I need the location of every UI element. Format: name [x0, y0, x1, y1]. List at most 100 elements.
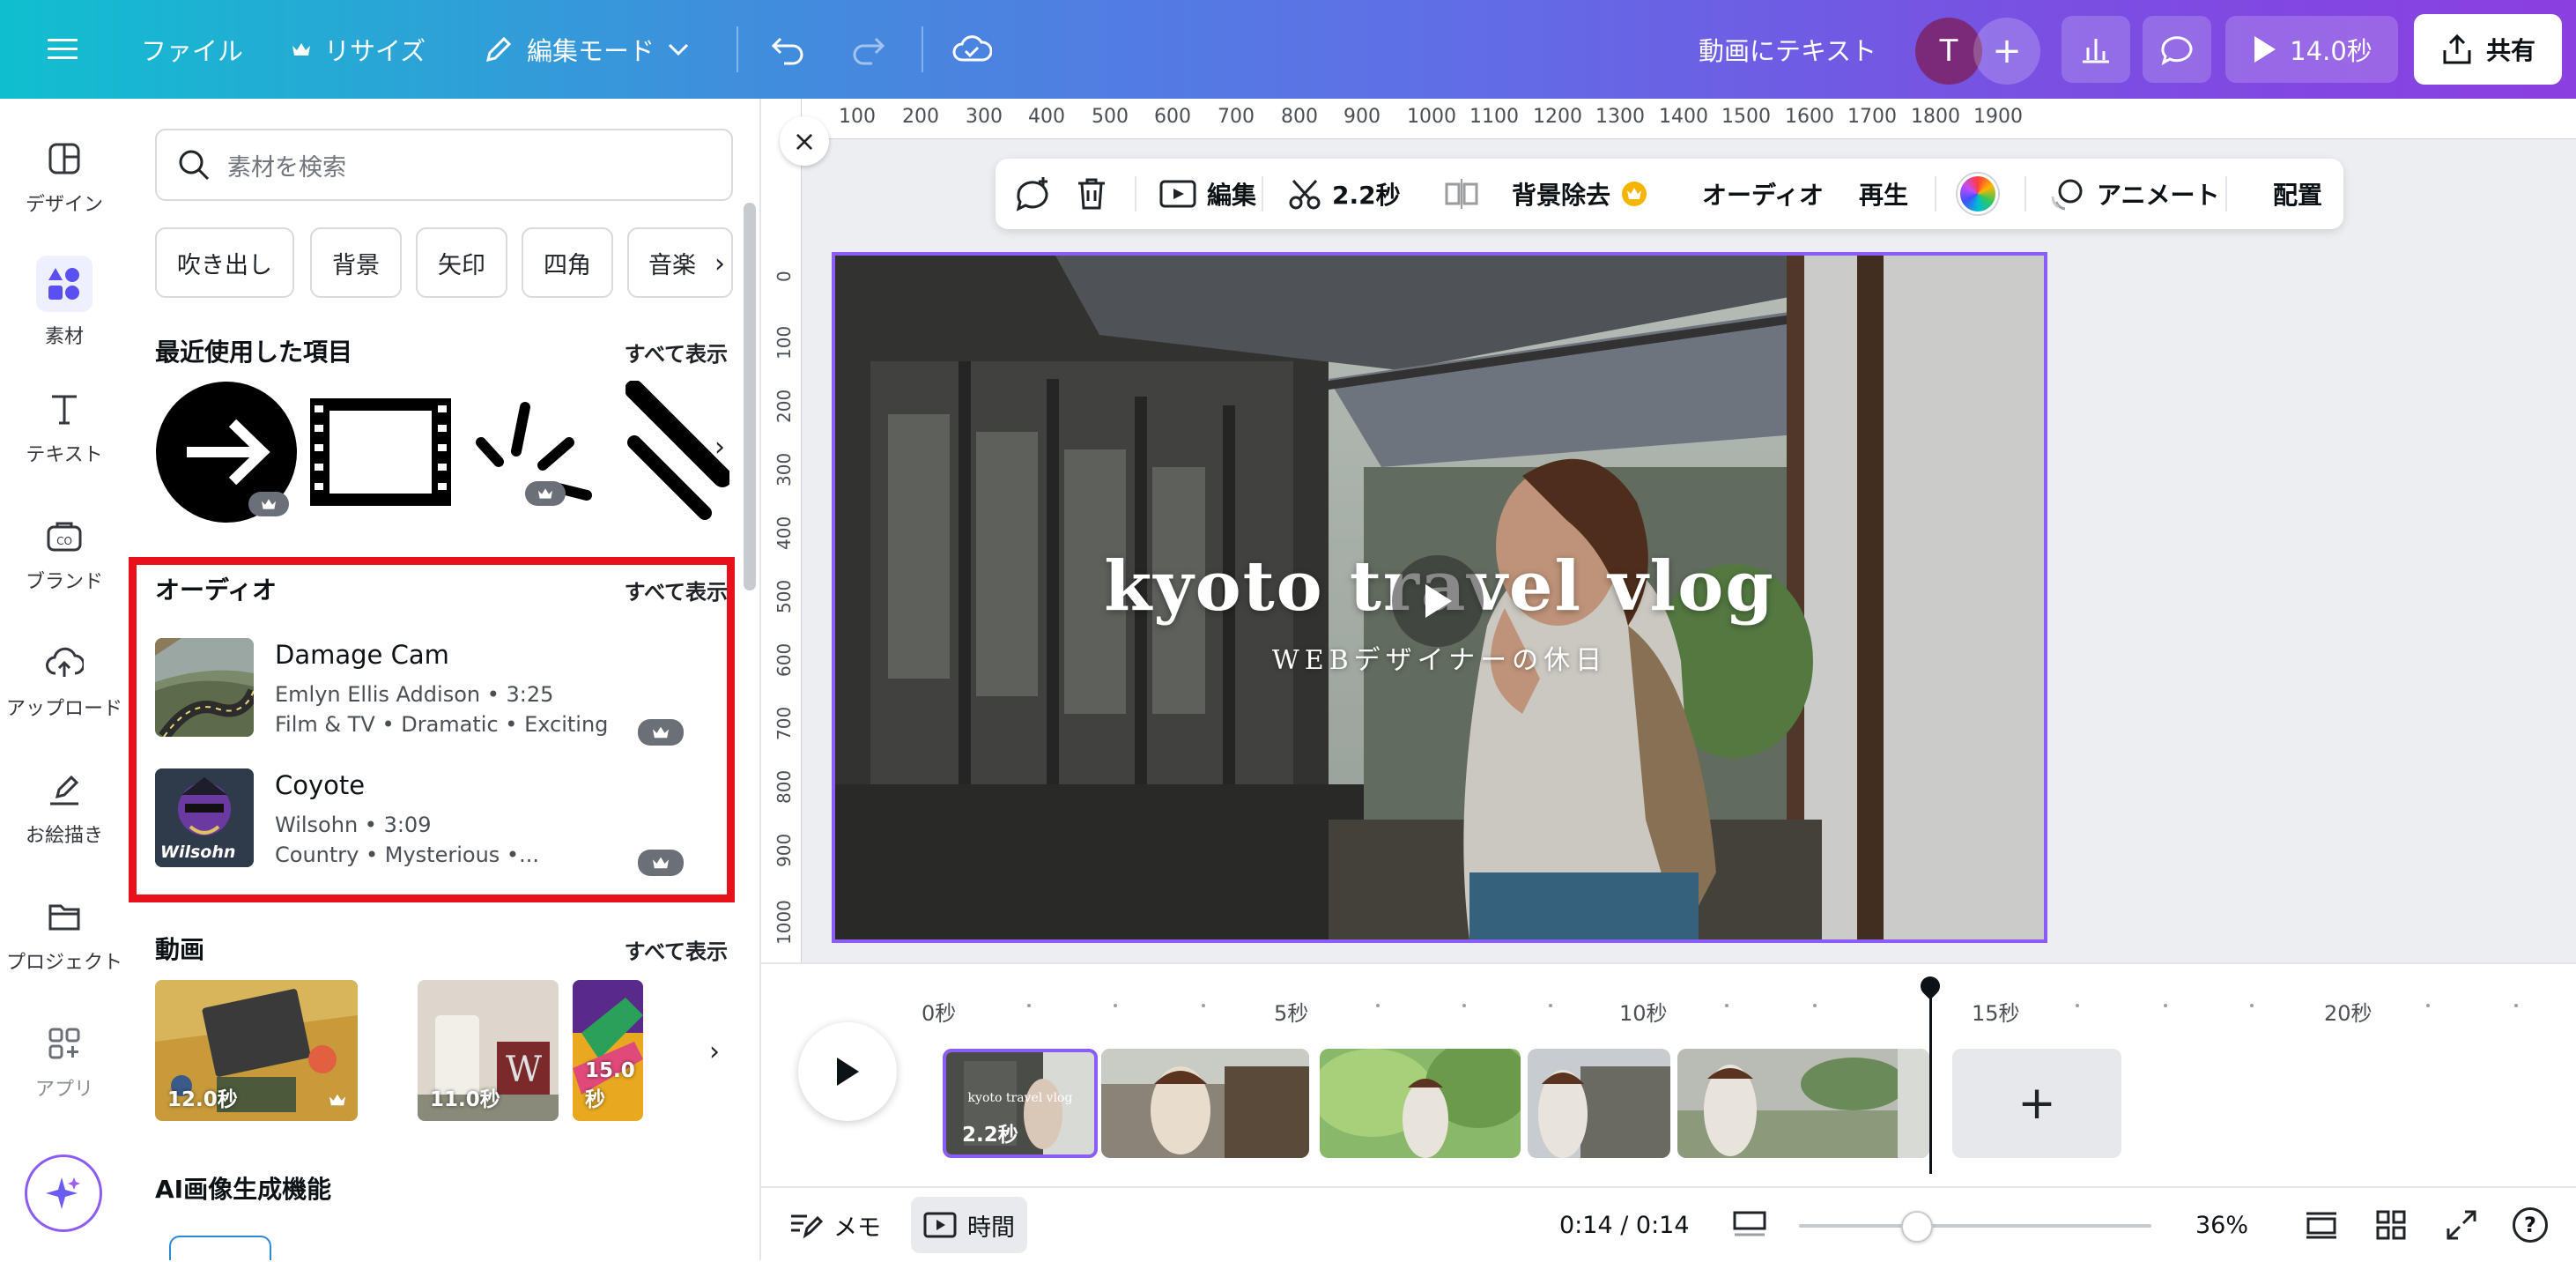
rail-item-apps[interactable]: アプリ: [0, 1005, 129, 1119]
chevron-right-icon: ›: [714, 248, 725, 279]
rail-item-brand[interactable]: CO ブランド: [0, 497, 129, 612]
edit-mode-dropdown[interactable]: 編集モード: [483, 0, 690, 99]
design-title[interactable]: 動画にテキスト: [1699, 0, 1876, 99]
zoom-level[interactable]: 36%: [2195, 1188, 2248, 1262]
resize-button[interactable]: リサイズ: [291, 0, 426, 99]
chip-square[interactable]: 四角: [522, 227, 613, 298]
rail-label: アップロード: [5, 698, 122, 720]
animate-button[interactable]: アニメート: [2047, 159, 2219, 229]
zoom-slider-handle[interactable]: [1901, 1211, 1933, 1243]
canvas-page[interactable]: kyoto travel vlog WEBデザイナーの休日: [832, 252, 2047, 943]
timeline-clip[interactable]: [1101, 1049, 1309, 1158]
timeline-tick: [2426, 1004, 2430, 1007]
playhead[interactable]: [1929, 985, 1932, 1174]
page-view-button[interactable]: [1732, 1188, 1767, 1262]
video-thumb-laptop[interactable]: 12.0秒: [155, 980, 358, 1121]
invite-button[interactable]: +: [1973, 18, 2040, 85]
video-play-button[interactable]: [1392, 555, 1484, 647]
file-menu[interactable]: ファイル: [141, 0, 243, 99]
playhead-handle[interactable]: [1916, 972, 1944, 1000]
video-see-all[interactable]: すべて表示: [625, 934, 728, 965]
timeline-label: 10秒: [1619, 1001, 1668, 1026]
magic-assistant-button[interactable]: [25, 1154, 102, 1232]
search-input[interactable]: 素材を検索: [155, 129, 733, 201]
split-button[interactable]: [1445, 159, 1478, 229]
edit-label: 編集: [1207, 181, 1257, 210]
ruler-label: 900: [774, 833, 795, 867]
chips-next-arrow[interactable]: ›: [698, 241, 742, 286]
audio-see-all[interactable]: すべて表示: [625, 575, 728, 605]
share-button[interactable]: 共有: [2414, 14, 2562, 85]
audio-track-damage-cam[interactable]: Damage Cam Emlyn Ellis Addison • 3:25 Fi…: [155, 638, 719, 751]
audio-track-tags: Country • Mysterious •...: [275, 843, 539, 867]
notes-button[interactable]: メモ: [789, 1188, 881, 1262]
timeline-tick: [1202, 1004, 1205, 1007]
chip-speech-bubble[interactable]: 吹き出し: [155, 227, 294, 298]
video-next-arrow[interactable]: ›: [692, 1029, 737, 1073]
chip-background[interactable]: 背景: [310, 227, 402, 298]
recent-item-film-frame[interactable]: [310, 398, 451, 506]
ai-generator-card[interactable]: [169, 1236, 271, 1260]
redo-button[interactable]: [851, 0, 886, 99]
timecode: 0:14 / 0:14: [1559, 1188, 1690, 1262]
playback-button[interactable]: 再生: [1859, 159, 1908, 229]
ruler-label: 1700: [1847, 106, 1897, 128]
rail-item-text[interactable]: テキスト: [0, 370, 129, 485]
present-play-button[interactable]: 14.0秒: [2225, 16, 2398, 83]
close-rulers-button[interactable]: ×: [780, 116, 829, 166]
timeline-toggle-button[interactable]: 時間: [911, 1197, 1027, 1253]
rail-label: アプリ: [34, 1079, 93, 1101]
rail-item-elements[interactable]: 素材: [0, 245, 129, 360]
chip-arrow[interactable]: 矢印: [416, 227, 507, 298]
timeline-clip[interactable]: [1677, 1049, 1929, 1158]
color-button[interactable]: [1958, 159, 1998, 229]
rail-item-draw[interactable]: お絵描き: [0, 751, 129, 865]
undo-button[interactable]: [770, 0, 805, 99]
timeline-tick: [2164, 1004, 2167, 1007]
delete-button[interactable]: [1075, 159, 1108, 229]
rail-item-design[interactable]: デザイン: [0, 120, 129, 234]
timeline-clip[interactable]: kyoto travel vlog 2.2秒: [943, 1049, 1098, 1158]
panel-scrollbar[interactable]: [744, 203, 756, 590]
crown-icon: [262, 499, 276, 509]
pages-button[interactable]: [2305, 1188, 2338, 1262]
recent-item-burst-lines[interactable]: [463, 398, 596, 513]
arrange-button[interactable]: 配置: [2273, 159, 2322, 229]
menu-button[interactable]: [48, 0, 78, 99]
grid-view-button[interactable]: [2375, 1188, 2407, 1262]
timeline-clip[interactable]: [1320, 1049, 1521, 1158]
comment-add-icon: [1016, 177, 1048, 212]
video-thumb-lamp[interactable]: W 11.0秒: [418, 980, 559, 1121]
recent-next-arrow[interactable]: ›: [698, 425, 742, 469]
recent-item-arrow-circle[interactable]: [155, 381, 298, 523]
video-thumb-colorful[interactable]: 15.0秒: [573, 980, 643, 1121]
rail-item-upload[interactable]: アップロード: [0, 624, 129, 739]
audio-track-tags: Film & TV • Dramatic • Exciting: [275, 712, 609, 737]
play-duration: 14.0秒: [2290, 36, 2372, 66]
cloud-save-status[interactable]: [951, 0, 992, 99]
timeline-clip[interactable]: [1528, 1049, 1670, 1158]
audio-track-coyote[interactable]: Wilsohn Coyote Wilsohn • 3:09 Country • …: [155, 768, 719, 881]
ruler-label: 0: [774, 271, 795, 282]
chevron-down-icon: [668, 43, 689, 56]
edit-video-button[interactable]: 編集: [1159, 159, 1256, 229]
chevron-right-icon: ›: [714, 431, 725, 463]
plus-icon: +: [2017, 1077, 2056, 1130]
premium-badge: [638, 719, 684, 746]
premium-badge: [248, 492, 289, 516]
insights-button[interactable]: [2062, 16, 2130, 83]
help-button[interactable]: ?: [2513, 1188, 2548, 1262]
bg-remove-button[interactable]: 背景除去: [1512, 159, 1647, 229]
trim-duration-button[interactable]: 2.2秒: [1288, 159, 1401, 229]
timeline-play-button[interactable]: [798, 1022, 897, 1121]
zoom-slider-track[interactable]: [1799, 1224, 2151, 1228]
fullscreen-button[interactable]: [2446, 1188, 2477, 1262]
avatar[interactable]: T: [1915, 18, 1982, 85]
add-clip-button[interactable]: +: [1952, 1049, 2121, 1158]
audio-button[interactable]: オーディオ: [1702, 159, 1824, 229]
recent-see-all[interactable]: すべて表示: [625, 337, 728, 367]
comments-button[interactable]: [2143, 16, 2211, 83]
ruler-label: 100: [839, 106, 876, 128]
add-comment-button[interactable]: [1013, 159, 1052, 229]
rail-item-projects[interactable]: プロジェクト: [0, 878, 129, 992]
